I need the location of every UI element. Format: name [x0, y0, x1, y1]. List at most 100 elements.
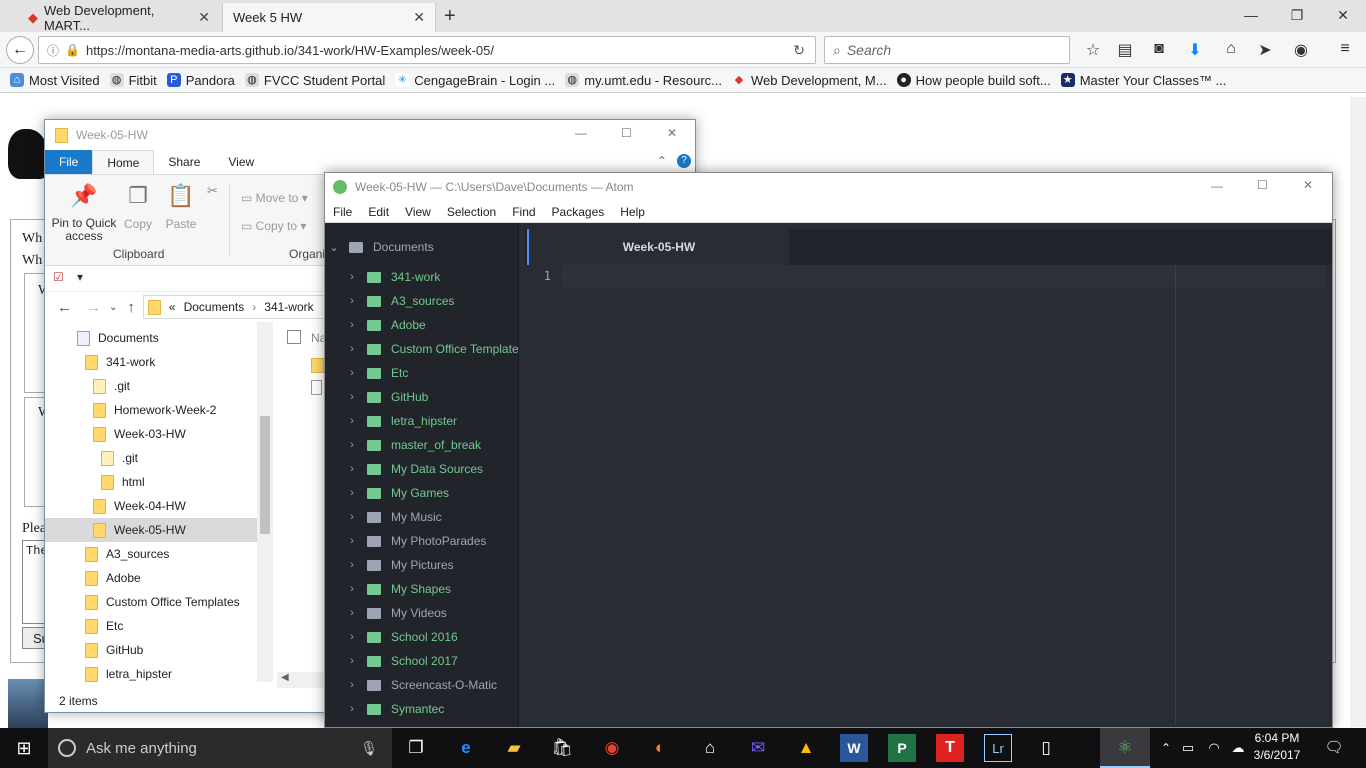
bookmark-item[interactable]: ◆ Web Development, M... — [732, 73, 887, 88]
publisher-icon[interactable]: P — [888, 734, 916, 762]
recent-locations-icon[interactable]: ⌄ — [109, 302, 117, 313]
tree-item[interactable]: Adobe — [85, 566, 141, 590]
bookmark-item[interactable]: ◍ my.umt.edu - Resourc... — [565, 73, 722, 88]
tree-folder[interactable]: › 341-work — [347, 265, 440, 289]
minimize-icon[interactable]: — — [1228, 0, 1274, 30]
tree-item[interactable]: Custom Office Templates — [85, 590, 240, 614]
breadcrumb-overflow[interactable]: « — [169, 300, 176, 314]
tree-folder[interactable]: › Etc — [347, 361, 408, 385]
reload-icon[interactable]: ↻ — [793, 42, 805, 59]
close-tab-icon[interactable]: ✕ — [198, 9, 210, 26]
menu-file[interactable]: File — [325, 205, 360, 219]
firefox-icon[interactable]: ◐ — [646, 734, 674, 762]
tree-item[interactable]: A3_sources — [85, 542, 169, 566]
menu-packages[interactable]: Packages — [544, 205, 613, 219]
task-view-icon[interactable]: ❐ — [402, 734, 430, 762]
tree-folder[interactable]: › Screencast-O-Matic — [347, 673, 497, 697]
info-icon[interactable]: ⓘ — [47, 42, 59, 59]
page-scrollbar[interactable] — [1350, 97, 1366, 727]
collapse-ribbon-icon[interactable]: ⌃ — [657, 154, 667, 168]
close-icon[interactable]: ✕ — [667, 126, 677, 140]
tree-folder[interactable]: › My Data Sources — [347, 457, 483, 481]
maximize-icon[interactable]: ☐ — [621, 126, 632, 140]
tree-item[interactable]: letra_hipster — [85, 662, 172, 682]
tab-home[interactable]: Home — [92, 150, 155, 174]
tab-view[interactable]: View — [214, 150, 268, 174]
close-window-icon[interactable]: ✕ — [1320, 0, 1366, 30]
close-tab-icon[interactable]: ✕ — [413, 9, 425, 26]
tree-folder[interactable]: › master_of_break — [347, 433, 481, 457]
editor-text-area[interactable] — [561, 265, 1325, 287]
cortana-search-box[interactable]: Ask me anything 🎙 — [48, 728, 392, 768]
tree-item[interactable]: html — [101, 470, 145, 494]
mail-icon[interactable]: ✉ — [744, 734, 772, 762]
url-text[interactable]: https://montana-media-arts.github.io/341… — [86, 43, 494, 58]
store-icon[interactable]: 🛍 — [548, 734, 576, 762]
tree-item[interactable]: .git — [101, 446, 138, 470]
hscroll-left-icon[interactable]: ◀ — [277, 672, 325, 688]
select-all-checkbox[interactable] — [287, 330, 301, 344]
bookmark-item[interactable]: ◍ Fitbit — [109, 73, 157, 88]
browser-tab-active[interactable]: Week 5 HW ✕ — [222, 3, 436, 32]
tree-folder[interactable]: › My Games — [347, 481, 449, 505]
reading-list-icon[interactable]: ▤ — [1114, 40, 1136, 60]
tree-folder[interactable]: › My PhotoParades — [347, 529, 486, 553]
tree-folder[interactable]: › Custom Office Templates — [347, 337, 518, 361]
bookmark-item[interactable]: ✳ CengageBrain - Login ... — [395, 73, 555, 88]
chrome-icon[interactable]: ◉ — [598, 734, 626, 762]
bookmark-item[interactable]: ⌂ Most Visited — [10, 73, 100, 88]
url-bar[interactable]: ⓘ 🔒 https://montana-media-arts.github.io… — [38, 36, 816, 64]
atom-taskbar-button[interactable]: ⚛ — [1100, 728, 1150, 768]
home-icon[interactable]: ⌂ — [1220, 40, 1242, 60]
tree-folder[interactable]: › School 2016 — [347, 625, 458, 649]
tree-item[interactable]: Week-04-HW — [93, 494, 186, 518]
menu-icon[interactable]: ≡ — [1334, 40, 1356, 60]
word-icon[interactable]: W — [840, 734, 868, 762]
taskbar-clock[interactable]: 6:04 PM 3/6/2017 — [1242, 730, 1312, 766]
tree-folder[interactable]: › My Music — [347, 505, 442, 529]
breadcrumb-341-work[interactable]: 341-work — [264, 300, 313, 314]
properties-icon[interactable]: ☑ — [53, 270, 64, 284]
copy-button[interactable]: ❐ Copy — [121, 183, 155, 231]
pin-quick-access-button[interactable]: 📌 Pin to Quick access — [51, 183, 117, 243]
maximize-icon[interactable]: ☐ — [1257, 178, 1268, 192]
tree-folder[interactable]: › letra_hipster — [347, 409, 457, 433]
nav-scrollbar[interactable] — [257, 322, 273, 682]
microphone-icon[interactable]: 🎙 — [360, 740, 378, 757]
close-icon[interactable]: ✕ — [1303, 178, 1313, 192]
paste-button[interactable]: 📋 Paste — [161, 183, 201, 231]
customize-qat-icon[interactable]: ▾ — [77, 270, 83, 284]
bookmark-item[interactable]: ● How people build soft... — [896, 73, 1051, 88]
back-icon[interactable]: ← — [6, 36, 34, 64]
forward-icon[interactable]: → — [86, 299, 101, 316]
cut-icon[interactable]: ✂ — [207, 183, 218, 199]
help-icon[interactable]: ? — [677, 154, 691, 168]
tree-folder[interactable]: › My Videos — [347, 601, 447, 625]
battery-icon[interactable]: ▭ — [1174, 734, 1202, 762]
send-icon[interactable]: ➤ — [1254, 40, 1276, 60]
menu-view[interactable]: View — [397, 205, 439, 219]
menu-find[interactable]: Find — [504, 205, 543, 219]
windows-start-icon[interactable]: ⊞ — [10, 734, 38, 762]
editor-tab[interactable]: Week-05-HW — [527, 229, 789, 265]
new-tab-icon[interactable]: + — [444, 5, 456, 28]
t-app-icon[interactable]: T — [936, 734, 964, 762]
bookmark-item[interactable]: ◍ FVCC Student Portal — [244, 73, 385, 88]
tree-folder[interactable]: › Symantec — [347, 697, 444, 721]
pocket-icon[interactable]: ◙ — [1148, 40, 1170, 60]
tree-folder[interactable]: › Adobe — [347, 313, 426, 337]
up-icon[interactable]: ↑ — [127, 299, 135, 316]
tab-file[interactable]: File — [45, 150, 93, 174]
file-icon[interactable] — [311, 380, 322, 395]
bookmark-item[interactable]: P Pandora — [166, 73, 235, 88]
menu-selection[interactable]: Selection — [439, 205, 504, 219]
minimize-icon[interactable]: — — [1211, 179, 1223, 193]
copy-to-button[interactable]: ▭ Copy to ▾ — [241, 219, 306, 233]
tree-item-selected[interactable]: Week-05-HW — [93, 518, 186, 542]
back-icon[interactable]: ← — [57, 299, 72, 316]
browser-tab[interactable]: ◆ Web Development, MART... ✕ — [18, 3, 220, 33]
tree-folder[interactable]: › A3_sources — [347, 289, 454, 313]
tree-item[interactable]: 341-work — [85, 350, 155, 374]
menu-help[interactable]: Help — [612, 205, 653, 219]
tree-item[interactable]: Documents — [77, 326, 159, 350]
